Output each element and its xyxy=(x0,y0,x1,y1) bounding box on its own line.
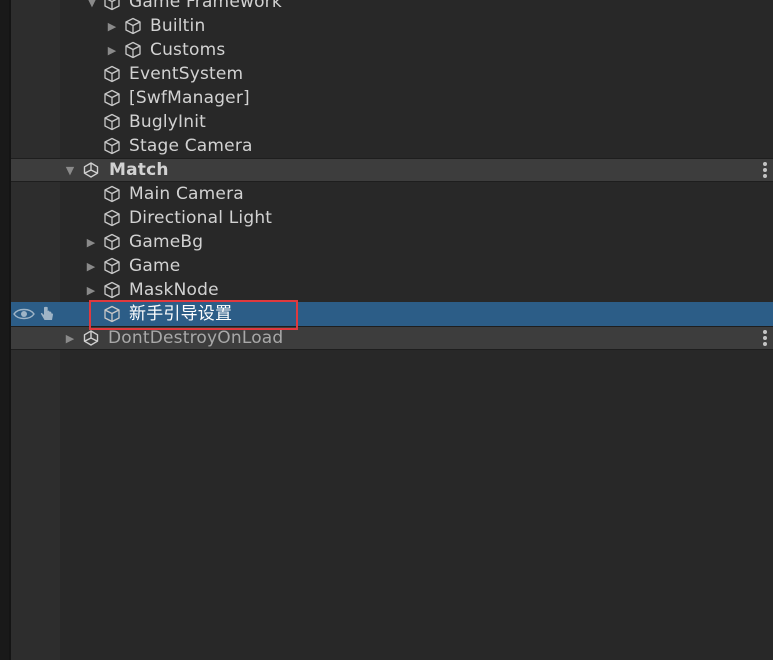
tree-row-label: Stage Camera xyxy=(129,136,253,156)
tree-row-eventsystem[interactable]: EventSystem xyxy=(11,62,773,86)
tree-row-label: [SwfManager] xyxy=(129,88,250,108)
tree-row-label: EventSystem xyxy=(129,64,244,84)
collapse-arrow-icon[interactable]: ▶ xyxy=(105,14,119,38)
cube-icon xyxy=(103,233,121,251)
tree-row-label: GameBg xyxy=(129,232,204,252)
tree-row-selected[interactable]: 新手引导设置 xyxy=(11,302,773,326)
tree-row-label: Game Framework xyxy=(129,0,282,12)
cube-icon xyxy=(103,65,121,83)
expand-arrow-icon[interactable]: ▼ xyxy=(85,0,99,14)
collapse-arrow-icon[interactable]: ▶ xyxy=(84,230,98,254)
tree-row-masknode[interactable]: ▶ MaskNode xyxy=(11,278,773,302)
unity-scene-icon xyxy=(82,329,100,347)
tree-row-builtin[interactable]: ▶ Builtin xyxy=(11,14,773,38)
scene-label: Match xyxy=(109,160,169,180)
cube-icon xyxy=(103,137,121,155)
tree-row-customs[interactable]: ▶ Customs xyxy=(11,38,773,62)
kebab-menu-icon[interactable] xyxy=(763,330,767,346)
cube-icon xyxy=(124,17,142,35)
tree-row-game[interactable]: ▶ Game xyxy=(11,254,773,278)
tree-row-buglyinit[interactable]: BuglyInit xyxy=(11,110,773,134)
hand-icon[interactable] xyxy=(39,302,55,326)
cube-icon xyxy=(103,0,121,11)
cube-icon xyxy=(124,41,142,59)
cube-icon xyxy=(103,113,121,131)
expand-arrow-icon[interactable]: ▼ xyxy=(63,159,77,181)
tree-row-game-framework[interactable]: ▼ Game Framework xyxy=(11,0,773,14)
unity-scene-icon xyxy=(82,161,100,179)
cube-icon xyxy=(103,281,121,299)
collapse-arrow-icon[interactable]: ▶ xyxy=(84,278,98,302)
tree-row-stage-camera[interactable]: Stage Camera xyxy=(11,134,773,158)
tree-row-label: Builtin xyxy=(150,16,206,36)
kebab-menu-icon[interactable] xyxy=(763,162,767,178)
eye-icon[interactable] xyxy=(13,302,35,326)
tree-row-main-camera[interactable]: Main Camera xyxy=(11,182,773,206)
tree-row-label: Game xyxy=(129,256,181,276)
cube-icon xyxy=(103,305,121,323)
tree-row-label: Directional Light xyxy=(129,208,273,228)
scene-label: DontDestroyOnLoad xyxy=(108,328,284,348)
collapse-arrow-icon[interactable]: ▶ xyxy=(105,38,119,62)
cube-icon xyxy=(103,257,121,275)
cube-icon xyxy=(103,185,121,203)
tree-row-gamebg[interactable]: ▶ GameBg xyxy=(11,230,773,254)
cube-icon xyxy=(103,89,121,107)
cube-icon xyxy=(103,209,121,227)
scene-row-dontdestroyonload[interactable]: ▶ DontDestroyOnLoad xyxy=(11,326,773,350)
tree-row-label: Main Camera xyxy=(129,184,244,204)
tree-row-label: MaskNode xyxy=(129,280,219,300)
scene-row-match[interactable]: ▼ Match xyxy=(11,158,773,182)
tree-row-label: 新手引导设置 xyxy=(129,304,233,324)
tree-row-label: BuglyInit xyxy=(129,112,206,132)
collapse-arrow-icon[interactable]: ▶ xyxy=(84,254,98,278)
tree-row-swfmanager[interactable]: [SwfManager] xyxy=(11,86,773,110)
collapse-arrow-icon[interactable]: ▶ xyxy=(63,327,77,349)
tree-row-directional-light[interactable]: Directional Light xyxy=(11,206,773,230)
hierarchy-tree: ▼ Game Framework ▶ Builtin ▶ Customs Eve… xyxy=(11,0,773,350)
tree-row-label: Customs xyxy=(150,40,226,60)
